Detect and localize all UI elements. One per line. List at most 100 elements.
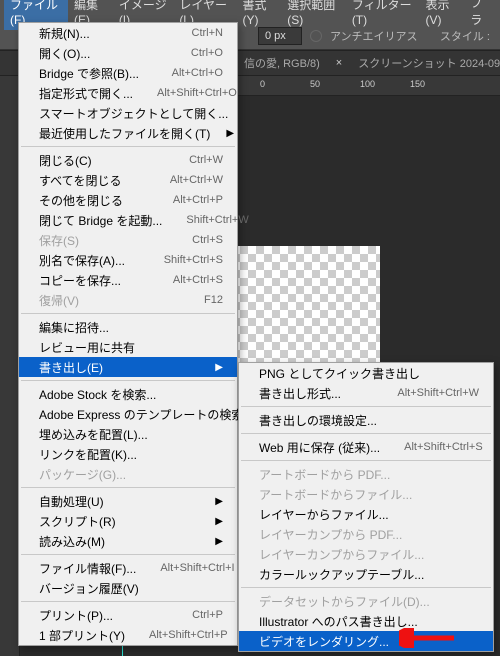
menu-separator [21,601,235,602]
antialias-checkbox[interactable] [310,30,322,42]
menu-type[interactable]: 書式(Y) [236,0,281,30]
submenu-arrow-icon: ▶ [215,536,223,547]
file-menu-item[interactable]: 閉じて Bridge を起動...Shift+Ctrl+W [19,210,237,230]
menu-separator [241,460,491,461]
menu-item-label: 最近使用したファイルを開く(T) [39,125,210,142]
menu-item-label: ビデオをレンダリング... [259,633,389,650]
export-menu-item[interactable]: PNG としてクイック書き出し [239,363,493,383]
export-menu-item[interactable]: カラールックアップテーブル... [239,564,493,584]
menu-item-label: Adobe Stock を検索... [39,386,156,403]
menu-bar: ファイル(F) 編集(E) イメージ(I) レイヤー(L) 書式(Y) 選択範囲… [0,0,500,22]
menu-shortcut: Shift+Ctrl+S [164,254,223,266]
menu-separator [241,406,491,407]
file-menu-item: 保存(S)Ctrl+S [19,230,237,250]
export-menu-item: アートボードからファイル... [239,484,493,504]
menu-item-label: バージョン履歴(V) [39,580,139,597]
file-menu-item[interactable]: Adobe Stock を検索... [19,384,237,404]
export-menu-item[interactable]: 書き出し形式...Alt+Shift+Ctrl+W [239,383,493,403]
submenu-arrow-icon: ▶ [226,128,234,139]
close-tab-icon[interactable]: × [336,57,342,69]
menu-item-label: ファイル情報(F)... [39,560,136,577]
menu-shortcut: Ctrl+P [192,609,223,621]
menu-item-label: 復帰(V) [39,292,79,309]
file-menu-item[interactable]: リンクを配置(K)... [19,444,237,464]
file-menu-item[interactable]: 開く(O)...Ctrl+O [19,43,237,63]
menu-item-label: アートボードからファイル... [259,486,412,503]
file-menu-item[interactable]: Bridge で参照(B)... Alt+Ctrl+O [19,63,237,83]
file-menu-item[interactable]: 最近使用したファイルを開く(T) ▶ [19,123,237,143]
menu-separator [21,146,235,147]
menu-filter[interactable]: フィルター(T) [346,0,420,30]
ruler-tick: 0 [260,79,265,89]
menu-shortcut: Alt+Ctrl+W [170,174,223,186]
export-menu-item[interactable]: Illustrator へのパス書き出し... [239,611,493,631]
menu-separator [21,487,235,488]
menu-item-label: Adobe Express のテンプレートの検索... [39,406,253,423]
export-menu-item[interactable]: レイヤーからファイル... [239,504,493,524]
menu-shortcut: Ctrl+S [192,234,223,246]
menu-shortcut: Alt+Ctrl+O [172,67,223,79]
file-menu-item[interactable]: レビュー用に共有 [19,337,237,357]
file-menu-item[interactable]: 閉じる(C)Ctrl+W [19,150,237,170]
menu-separator [241,433,491,434]
menu-separator [21,554,235,555]
menu-item-label: その他を閉じる [39,192,123,209]
menu-item-label: Illustrator へのパス書き出し... [259,613,418,630]
file-menu-item[interactable]: プリント(P)...Ctrl+P [19,605,237,625]
file-menu-item[interactable]: Adobe Express のテンプレートの検索... [19,404,237,424]
file-menu-item[interactable]: 読み込み(M)▶ [19,531,237,551]
file-menu-item[interactable]: 1 部プリント(Y)Alt+Shift+Ctrl+P [19,625,237,645]
doc-tab-1[interactable]: 信の愛, RGB/8) [244,55,320,71]
file-menu-dropdown: 新規(N)...Ctrl+N開く(O)...Ctrl+OBridge で参照(B… [18,22,238,646]
export-menu-item[interactable]: Web 用に保存 (従来)...Alt+Shift+Ctrl+S [239,437,493,457]
file-menu-item[interactable]: ファイル情報(F)...Alt+Shift+Ctrl+I [19,558,237,578]
file-menu-item[interactable]: 埋め込みを配置(L)... [19,424,237,444]
menu-select[interactable]: 選択範囲(S) [281,0,346,30]
menu-item-label: パッケージ(G)... [39,466,126,483]
menu-item-label: 開く(O)... [39,45,90,62]
menu-item-label: レビュー用に共有 [39,339,135,356]
menu-item-label: すべてを閉じる [39,172,121,189]
file-menu-item[interactable]: スクリプト(R)▶ [19,511,237,531]
export-menu-item: レイヤーカンプからファイル... [239,544,493,564]
file-menu-item[interactable]: 自動処理(U)▶ [19,491,237,511]
file-menu-item[interactable]: 指定形式で開く...Alt+Shift+Ctrl+O [19,83,237,103]
export-menu-item: アートボードから PDF... [239,464,493,484]
file-menu-item: パッケージ(G)... [19,464,237,484]
file-menu-item[interactable]: バージョン履歴(V) [19,578,237,598]
file-menu-item[interactable]: スマートオブジェクトとして開く... [19,103,237,123]
menu-item-label: レイヤーカンプから PDF... [259,526,402,543]
ruler-tick: 150 [410,79,425,89]
file-menu-item[interactable]: すべてを閉じる Alt+Ctrl+W [19,170,237,190]
menu-item-label: 編集に招待... [39,319,109,336]
menu-item-label: コピーを保存... [39,272,121,289]
menu-shortcut: Alt+Ctrl+S [173,274,223,286]
menu-view[interactable]: 表示(V) [419,0,464,30]
file-menu-item[interactable]: 別名で保存(A)...Shift+Ctrl+S [19,250,237,270]
menu-item-label: 指定形式で開く... [39,85,133,102]
file-menu-item[interactable]: 新規(N)...Ctrl+N [19,23,237,43]
file-menu-item[interactable]: その他を閉じる Alt+Ctrl+P [19,190,237,210]
menu-item-label: 閉じて Bridge を起動... [39,212,162,229]
feather-field[interactable]: 0 px [258,27,302,45]
export-menu-item: レイヤーカンプから PDF... [239,524,493,544]
menu-shortcut: F12 [204,294,223,306]
file-menu-item[interactable]: コピーを保存... Alt+Ctrl+S [19,270,237,290]
file-menu-item[interactable]: 書き出し(E)▶ [19,357,237,377]
menu-item-label: Web 用に保存 (従来)... [259,439,380,456]
menu-item-label: スクリプト(R) [39,513,116,530]
menu-item-label: 1 部プリント(Y) [39,627,125,644]
export-menu-item[interactable]: ビデオをレンダリング... [239,631,493,651]
export-menu-item[interactable]: 書き出しの環境設定... [239,410,493,430]
menu-item-label: 自動処理(U) [39,493,104,510]
menu-item-label: カラールックアップテーブル... [259,566,424,583]
style-label: スタイル : [440,28,490,44]
menu-shortcut: Alt+Ctrl+P [173,194,223,206]
menu-item-label: レイヤーからファイル... [259,506,389,523]
file-menu-item[interactable]: 編集に招待... [19,317,237,337]
menu-item-label: スマートオブジェクトとして開く... [39,105,228,122]
ruler-tick: 100 [360,79,375,89]
menu-plugins[interactable]: プラ [464,0,496,31]
doc-tab-2[interactable]: スクリーンショット 2024-09-29 [358,55,500,71]
menu-item-label: Bridge で参照(B)... [39,65,139,82]
